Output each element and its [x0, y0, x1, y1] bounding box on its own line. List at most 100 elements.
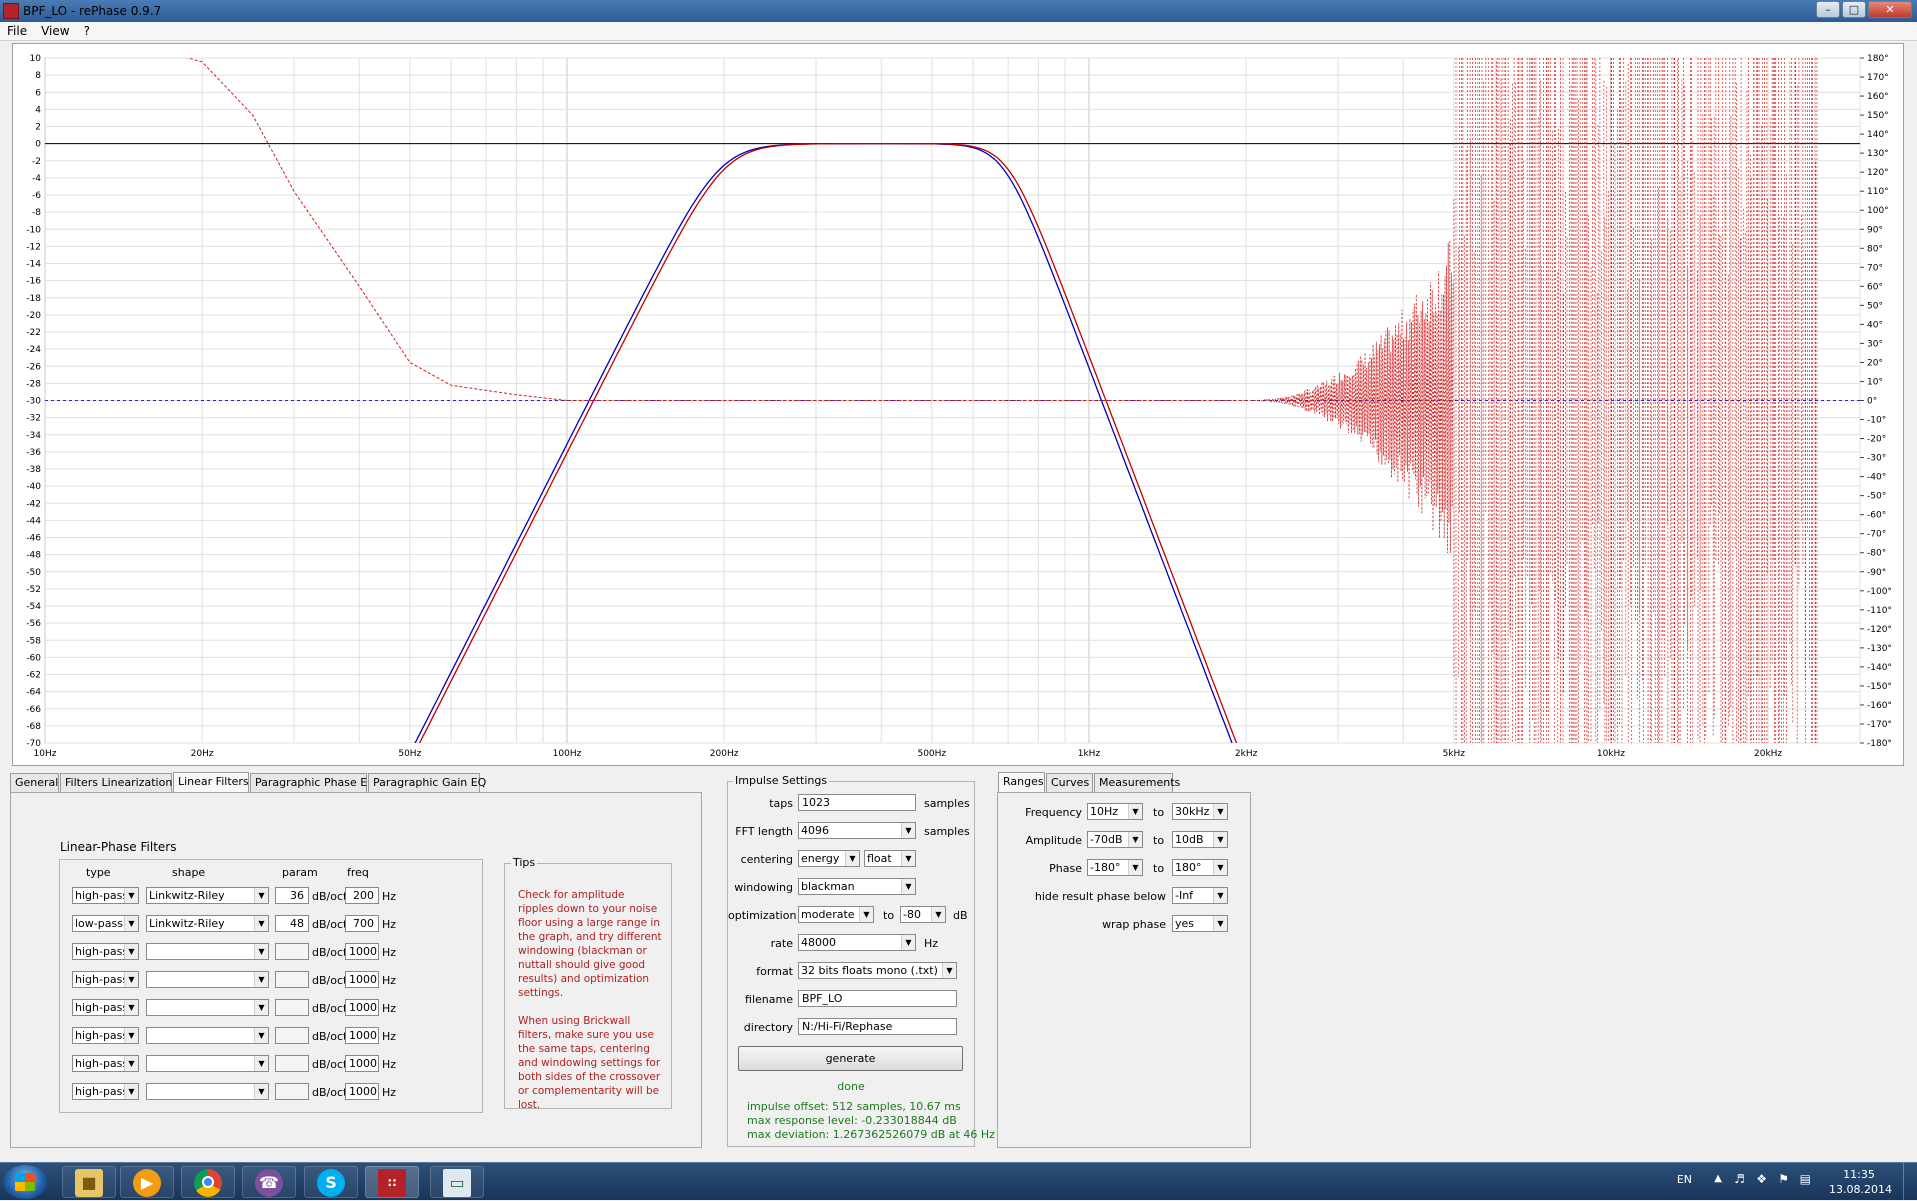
tab-paragraphic-gain-eq[interactable]: Paragraphic Gain EQ: [368, 773, 486, 792]
phase-to-select[interactable]: 180° ▼: [1172, 859, 1228, 876]
format-select[interactable]: 32 bits floats mono (.txt) ▼: [798, 962, 957, 979]
filter-type-select[interactable]: high-pass ▼: [72, 1083, 139, 1100]
rate-select[interactable]: 48000 ▼: [798, 934, 916, 951]
filter-freq-input[interactable]: 1000: [345, 1055, 379, 1072]
filter-type-select[interactable]: high-pass ▼: [72, 1027, 139, 1044]
tab-ranges[interactable]: Ranges: [998, 772, 1045, 792]
y-tick-label: -62: [26, 671, 41, 681]
max-deviation-text: max deviation: 1.267362526079 dB at 46 H…: [747, 1128, 995, 1141]
clock-time[interactable]: 11:35: [1829, 1168, 1889, 1181]
filter-type-select[interactable]: high-pass ▼: [72, 887, 139, 904]
clock-date[interactable]: 13.08.2014: [1829, 1183, 1892, 1196]
phase-from-select[interactable]: -180° ▼: [1087, 859, 1143, 876]
volume-icon[interactable]: ♬: [1734, 1172, 1745, 1186]
taskbar-viber[interactable]: ☎: [242, 1166, 296, 1198]
title-bar[interactable]: BPF_LO - rePhase 0.9.7 – □ ✕: [0, 0, 1917, 22]
filter-type-select[interactable]: high-pass ▼: [72, 971, 139, 988]
filter-param-input[interactable]: [275, 943, 309, 960]
menu-help[interactable]: ?: [77, 22, 97, 38]
filter-param-input[interactable]: [275, 1055, 309, 1072]
filter-freq-input[interactable]: 1000: [345, 999, 379, 1016]
app-icon[interactable]: [3, 3, 19, 19]
filter-param-input[interactable]: [275, 971, 309, 988]
optimization-select[interactable]: moderate ▼: [798, 906, 874, 923]
y-tick-label: -4: [32, 174, 41, 184]
filter-type-select[interactable]: low-pass ▼: [72, 915, 139, 932]
filter-freq-input[interactable]: 1000: [345, 943, 379, 960]
tips-box: Tips Check for amplitude ripples down to…: [504, 856, 672, 1111]
filter-freq-input[interactable]: 1000: [345, 1083, 379, 1100]
filter-freq-input[interactable]: 200: [345, 887, 379, 904]
directory-input[interactable]: N:/Hi-Fi/Rephase: [798, 1018, 957, 1035]
centering-select[interactable]: energy ▼: [798, 850, 860, 867]
filter-shape-select[interactable]: ▼: [146, 1027, 269, 1044]
chevron-down-icon: ▼: [901, 851, 915, 866]
generate-button[interactable]: generate: [738, 1046, 963, 1071]
tab-paragraphic-phase-eq[interactable]: Paragraphic Phase EQ: [250, 773, 376, 792]
filter-freq-input[interactable]: 1000: [345, 971, 379, 988]
filter-shape-select[interactable]: ▼: [146, 1083, 269, 1100]
filter-type-select[interactable]: high-pass ▼: [72, 999, 139, 1016]
filter-type-select[interactable]: high-pass ▼: [72, 943, 139, 960]
taskbar-explorer[interactable]: ■: [62, 1166, 116, 1198]
centering-mode-select[interactable]: float ▼: [864, 850, 916, 867]
y-tick-label: -38: [26, 465, 41, 475]
filter-param-input[interactable]: [275, 1027, 309, 1044]
filter-param-input[interactable]: 48: [275, 915, 309, 932]
menu-view[interactable]: View: [34, 22, 76, 38]
taskbar-rephase[interactable]: ∷: [365, 1166, 419, 1198]
filter-shape-select[interactable]: ▼: [146, 971, 269, 988]
taskbar-skype[interactable]: S: [304, 1166, 358, 1198]
response-graph[interactable]: 10 8 6 4 2 0 -2 -4 -6 -8 -10 -12 -14 -16 -18 -20 -22 -24 -…: [12, 43, 1904, 766]
filter-shape-select[interactable]: Linkwitz-Riley ▼: [146, 887, 269, 904]
tab-general[interactable]: General: [10, 773, 59, 792]
taskbar-chrome[interactable]: [181, 1166, 235, 1198]
network-icon[interactable]: ▤: [1800, 1172, 1811, 1186]
filter-freq-input[interactable]: 1000: [345, 1027, 379, 1044]
tab-linear-filters[interactable]: Linear Filters: [173, 772, 249, 792]
filter-type-select[interactable]: high-pass ▼: [72, 1055, 139, 1072]
filter-shape-select[interactable]: Linkwitz-Riley ▼: [146, 915, 269, 932]
filter-shape-select[interactable]: ▼: [146, 1055, 269, 1072]
filter-param-input[interactable]: [275, 999, 309, 1016]
menu-file[interactable]: File: [0, 22, 34, 38]
wrap-phase-select[interactable]: yes ▼: [1172, 915, 1228, 932]
minimize-button[interactable]: –: [1816, 1, 1840, 18]
y-tick-label: 6: [35, 88, 41, 98]
chevron-down-icon: ▼: [124, 1028, 138, 1043]
y-tick-label: -36: [26, 448, 41, 458]
taps-input[interactable]: 1023: [798, 794, 916, 811]
dropbox-icon[interactable]: ❖: [1756, 1172, 1767, 1186]
fft-length-select[interactable]: 4096 ▼: [798, 822, 916, 839]
optimization-db-select[interactable]: -80 ▼: [900, 906, 946, 923]
hide-phase-select[interactable]: -Inf ▼: [1172, 887, 1228, 904]
flag-icon[interactable]: ⚑: [1778, 1172, 1789, 1186]
tab-measurements[interactable]: Measurements: [1094, 773, 1180, 792]
y-tick-label: -16: [26, 277, 41, 287]
tab-filters-linearization[interactable]: Filters Linearization: [60, 773, 172, 792]
windowing-select[interactable]: blackman ▼: [798, 878, 916, 895]
phase-tick-label: 150°: [1867, 111, 1889, 121]
filter-param-input[interactable]: [275, 1083, 309, 1100]
start-button[interactable]: [3, 1165, 47, 1199]
language-indicator[interactable]: EN: [1677, 1173, 1692, 1186]
filter-shape-select[interactable]: ▼: [146, 999, 269, 1016]
tray-expand-icon[interactable]: ▲: [1714, 1173, 1722, 1184]
tab-curves[interactable]: Curves: [1046, 773, 1093, 792]
close-button[interactable]: ✕: [1868, 1, 1912, 18]
filter-param-input[interactable]: 36: [275, 887, 309, 904]
frequency-from-select[interactable]: 10Hz ▼: [1087, 803, 1143, 820]
taskbar-window[interactable]: ▭: [430, 1166, 484, 1198]
filter-freq-input[interactable]: 700: [345, 915, 379, 932]
show-desktop-button[interactable]: [1903, 1163, 1917, 1201]
taskbar-media-player[interactable]: ▶: [120, 1166, 174, 1198]
maximize-button[interactable]: □: [1842, 1, 1866, 18]
amplitude-to-select[interactable]: 10dB ▼: [1172, 831, 1228, 848]
filter-shape-select[interactable]: ▼: [146, 943, 269, 960]
header-param: param: [282, 866, 318, 879]
frequency-to-select[interactable]: 30kHz ▼: [1172, 803, 1228, 820]
phase-tick-label: 100°: [1867, 206, 1889, 216]
amplitude-from-select[interactable]: -70dB ▼: [1087, 831, 1143, 848]
y-tick-label: 10: [30, 54, 42, 64]
filename-input[interactable]: BPF_LO: [798, 990, 957, 1007]
